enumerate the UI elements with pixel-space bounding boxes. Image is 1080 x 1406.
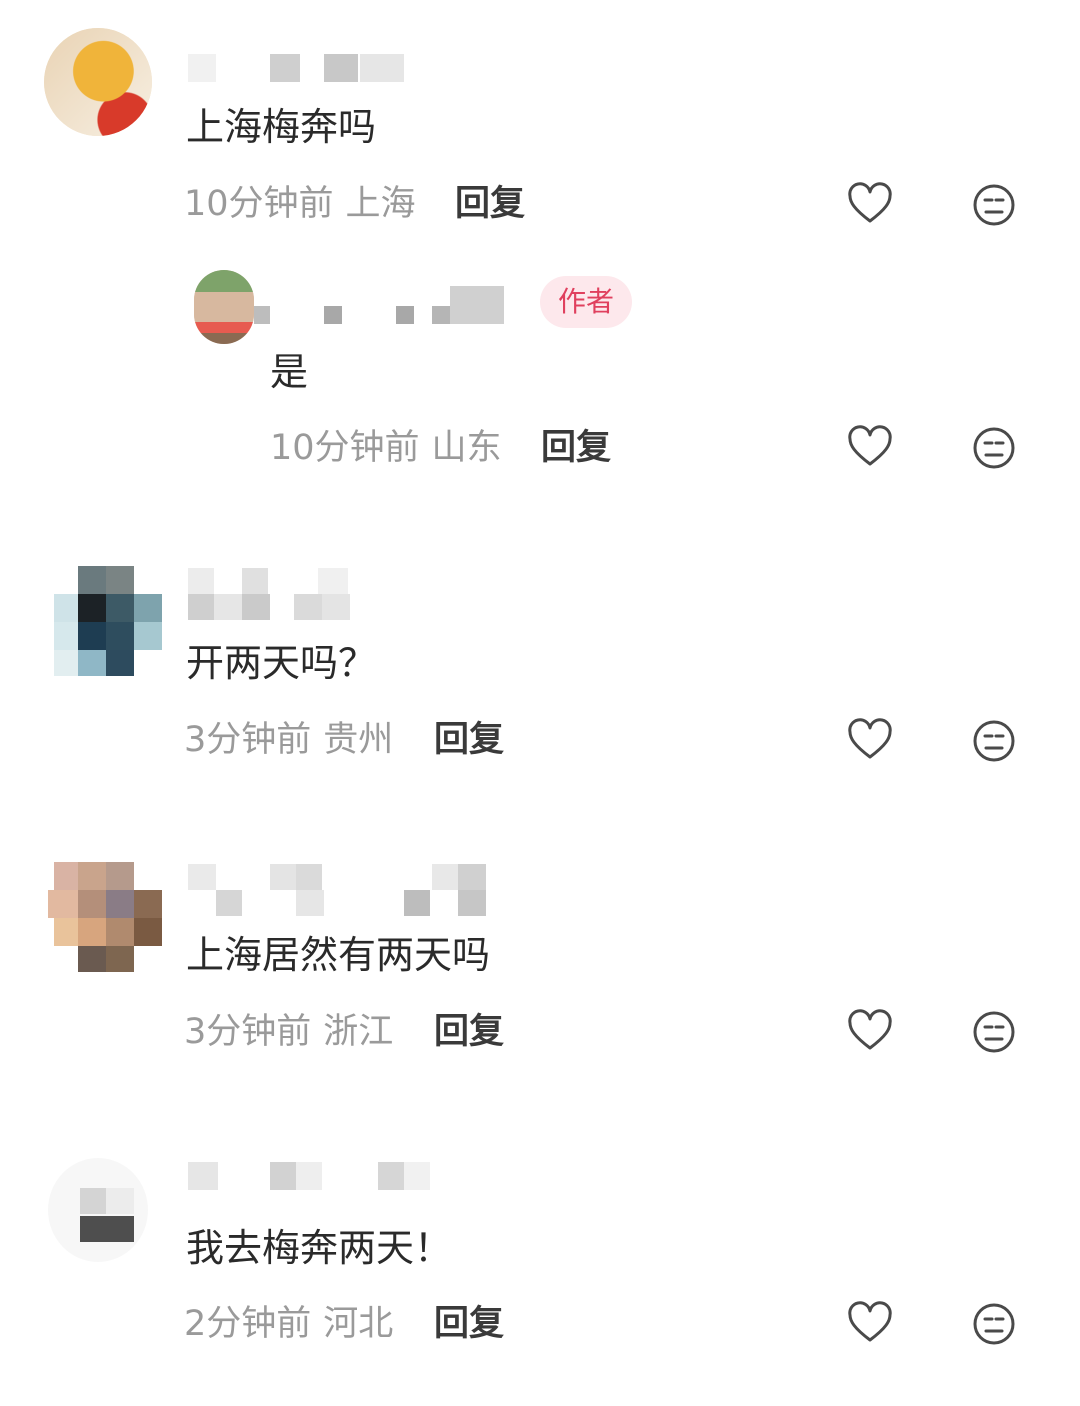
reply-button[interactable]: 回复 bbox=[434, 718, 504, 762]
avatar[interactable] bbox=[44, 566, 162, 676]
comment-item: 我去梅奔两天！ 2分钟前 河北 回复 bbox=[0, 1128, 1080, 1398]
reply-button[interactable]: 回复 bbox=[434, 1010, 504, 1054]
meh-face-icon[interactable] bbox=[970, 424, 1018, 472]
username-blurred[interactable] bbox=[254, 286, 524, 324]
avatar[interactable] bbox=[44, 1158, 152, 1266]
comment-location: 贵州 bbox=[323, 720, 394, 760]
meh-face-icon[interactable] bbox=[970, 1300, 1018, 1348]
comment-meta: 10分钟前 山东 bbox=[270, 426, 502, 470]
heart-icon[interactable] bbox=[846, 424, 894, 472]
comment-time: 3分钟前 bbox=[184, 720, 312, 760]
author-badge: 作者 bbox=[540, 276, 633, 328]
comment-text: 上海居然有两天吗 bbox=[186, 933, 491, 977]
comment-item: 上海梅奔吗 10分钟前 上海 回复 bbox=[0, 0, 1080, 260]
avatar[interactable] bbox=[44, 28, 152, 136]
comment-item: 开两天吗？ 3分钟前 贵州 回复 bbox=[0, 540, 1080, 800]
username-blurred[interactable] bbox=[188, 568, 358, 624]
comment-time: 3分钟前 bbox=[184, 1012, 312, 1052]
comment-meta: 10分钟前 上海 bbox=[184, 182, 416, 226]
avatar[interactable] bbox=[44, 862, 162, 972]
comment-time: 2分钟前 bbox=[184, 1304, 312, 1344]
reply-button[interactable]: 回复 bbox=[455, 182, 525, 226]
comment-location: 浙江 bbox=[323, 1012, 394, 1052]
heart-icon[interactable] bbox=[846, 1008, 894, 1056]
meh-face-icon[interactable] bbox=[970, 181, 1018, 229]
comment-text: 是 bbox=[270, 350, 309, 394]
avatar[interactable] bbox=[194, 270, 254, 344]
username-blurred[interactable] bbox=[188, 54, 408, 86]
comment-time: 10分钟前 bbox=[184, 184, 334, 224]
comment-item: 上海居然有两天吗 3分钟前 浙江 回复 bbox=[0, 832, 1080, 1092]
comment-text: 上海梅奔吗 bbox=[186, 105, 377, 149]
reply-button[interactable]: 回复 bbox=[434, 1302, 504, 1346]
username-blurred[interactable] bbox=[188, 1162, 488, 1196]
comment-meta: 2分钟前 河北 bbox=[184, 1302, 393, 1346]
comment-location: 上海 bbox=[345, 184, 416, 224]
comment-text: 我去梅奔两天！ bbox=[186, 1226, 453, 1270]
heart-icon[interactable] bbox=[846, 1300, 894, 1348]
heart-icon[interactable] bbox=[846, 717, 894, 765]
reply-item: 作者 是 10分钟前 山东 回复 bbox=[0, 260, 1080, 500]
comment-text: 开两天吗？ bbox=[186, 641, 377, 685]
comment-location: 河北 bbox=[323, 1304, 394, 1344]
meh-face-icon[interactable] bbox=[970, 717, 1018, 765]
username-blurred[interactable] bbox=[188, 864, 488, 920]
heart-icon[interactable] bbox=[846, 181, 894, 229]
comment-meta: 3分钟前 浙江 bbox=[184, 1010, 393, 1054]
comment-location: 山东 bbox=[431, 428, 502, 468]
comment-time: 10分钟前 bbox=[270, 428, 420, 468]
reply-button[interactable]: 回复 bbox=[541, 426, 611, 470]
meh-face-icon[interactable] bbox=[970, 1008, 1018, 1056]
comment-meta: 3分钟前 贵州 bbox=[184, 718, 393, 762]
